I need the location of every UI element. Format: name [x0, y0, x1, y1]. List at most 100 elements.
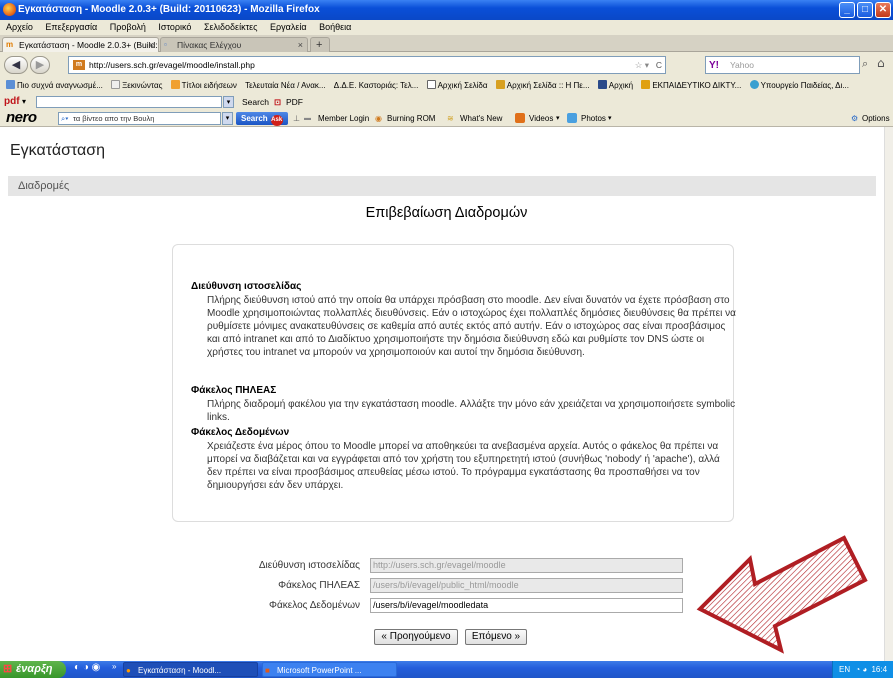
- bookmark-item[interactable]: Τίτλοι ειδήσεων: [170, 80, 237, 90]
- maximize-button[interactable]: □: [857, 2, 873, 18]
- pdf-search-button[interactable]: Search: [242, 94, 269, 110]
- bookmark-item[interactable]: Υπουργείο Παιδείας, Δι...: [749, 80, 849, 90]
- chevron-down-icon[interactable]: ▾: [556, 110, 560, 127]
- breadcrumb: Διαδρομές: [8, 176, 876, 196]
- page-icon: [111, 80, 121, 89]
- clock[interactable]: 16:4: [871, 665, 887, 674]
- nero-search-input[interactable]: ⌕▾ τα βίντεο απο την Βουλη: [58, 112, 221, 125]
- rss-icon: [170, 80, 180, 89]
- firefox-icon: ●: [126, 666, 131, 675]
- search-icon: ⌕▾: [61, 114, 69, 123]
- chevron-icon[interactable]: »: [112, 662, 116, 671]
- tab-install[interactable]: m Εγκατάσταση - Moodle 2.0.3+ (Build: 20…: [2, 37, 159, 52]
- menu-help[interactable]: Βοήθεια: [319, 22, 351, 32]
- home-icon: [495, 80, 505, 89]
- nero-whats-new[interactable]: What's New: [460, 110, 502, 127]
- vertical-scrollbar[interactable]: [884, 127, 893, 661]
- home-icon[interactable]: ⌂: [877, 56, 885, 70]
- page-title: Επιβεβαίωση Διαδρομών: [365, 205, 528, 221]
- section-desc-url: Πλήρης διεύθυνση ιστού από την οποία θα …: [207, 295, 736, 358]
- pdf-icon: ⊡: [274, 97, 282, 107]
- close-tab-icon[interactable]: ×: [149, 38, 154, 52]
- burn-icon: ◉: [375, 114, 382, 123]
- video-icon: [515, 113, 525, 123]
- field-label: Διεύθυνση ιστοσελίδας: [258, 560, 360, 571]
- bookmark-item[interactable]: Αρχική Σελίδα: [426, 80, 488, 90]
- chevron-down-icon[interactable]: ▾: [608, 110, 612, 127]
- wwwroot-input[interactable]: http://users.sch.gr/evagel/moodle: [370, 558, 683, 573]
- new-tab-button[interactable]: +: [310, 37, 330, 52]
- menu-file[interactable]: Αρχείο: [6, 22, 33, 32]
- start-button[interactable]: ⊞ έναρξη: [0, 661, 66, 678]
- description-box: Διεύθυνση ιστοσελίδας Πλήρης διεύθυνση ι…: [172, 244, 736, 522]
- mail-icon: [426, 80, 436, 89]
- dirroot-input[interactable]: /users/b/i/evagel/public_html/moodle: [370, 578, 683, 593]
- bookmark-item[interactable]: Αρχική: [597, 80, 633, 90]
- close-window-button[interactable]: ✕: [875, 2, 891, 18]
- bookmark-item[interactable]: Πιο συχνά αναγνωσμέ...: [6, 80, 103, 90]
- menu-bar: Αρχείο Επεξεργασία Προβολή Ιστορικό Σελι…: [0, 20, 893, 35]
- language-indicator[interactable]: EN: [839, 665, 850, 674]
- nero-videos[interactable]: Videos: [529, 110, 553, 127]
- section-term-dataroot: Φάκελος Δεδομένων: [191, 427, 290, 438]
- search-box[interactable]: Y! Yahoo: [705, 56, 860, 74]
- pdf-button[interactable]: PDF: [286, 94, 303, 110]
- bookmark-item[interactable]: Δ.Δ.Ε. Καστοριάς: Τελ...: [334, 81, 419, 90]
- search-placeholder: Yahoo: [730, 60, 754, 70]
- back-button[interactable]: ◀: [4, 56, 28, 74]
- taskbar: ⊞ έναρξη ◐ ◑ ◉ » ● Εγκατάσταση - Moodl..…: [0, 661, 893, 678]
- bookmark-icon: [6, 80, 15, 89]
- options-icon: ⚙: [851, 114, 859, 123]
- bookmark-item[interactable]: Αρχική Σελίδα :: Η Πε...: [495, 80, 590, 90]
- next-button[interactable]: Επόμενο »: [465, 629, 527, 645]
- minimize-button[interactable]: _: [839, 2, 855, 18]
- nero-search-button[interactable]: Search Ask: [236, 112, 288, 126]
- close-tab-icon[interactable]: ×: [298, 38, 303, 52]
- pdf-dropdown-button[interactable]: ▾: [223, 96, 234, 108]
- nero-burning-rom[interactable]: Burning ROM: [387, 110, 435, 127]
- url-bar[interactable]: m http://users.sch.gr/evagel/moodle/inst…: [68, 56, 666, 74]
- windows-logo-icon: ⊞: [3, 663, 13, 675]
- section-term-dirroot: Φάκελος ΠΗΛΕΑΣ: [191, 385, 277, 396]
- section-desc-dataroot: Χρειάζεστε ένα μέρος όπου το Moodle μπορ…: [207, 441, 720, 491]
- search-icon[interactable]: ⌕: [862, 57, 868, 71]
- reload-icon[interactable]: C: [656, 57, 662, 73]
- red-arrow-annotation: [696, 535, 868, 654]
- menu-history[interactable]: Ιστορικό: [158, 22, 191, 32]
- star-icon[interactable]: ☆ ▾: [635, 57, 649, 73]
- dataroot-input[interactable]: /users/b/i/evagel/moodledata: [370, 598, 683, 613]
- field-label: Φάκελος ΠΗΛΕΑΣ: [278, 580, 360, 591]
- nero-toolbar: nero ⌕▾ τα βίντεο απο την Βουλη ▾ Search A…: [0, 109, 893, 127]
- nero-member-login[interactable]: Member Login: [318, 110, 369, 127]
- field-label: Φάκελος Δεδομένων: [269, 600, 360, 611]
- nero-photos[interactable]: Photos: [581, 110, 606, 127]
- bookmark-item[interactable]: Τελευταία Νέα / Ανακ...: [245, 81, 326, 90]
- nero-options[interactable]: Options: [862, 110, 890, 127]
- bookmark-item[interactable]: Ξεκινώντας: [111, 80, 162, 90]
- powerpoint-icon: ■: [265, 666, 270, 675]
- tab-control-panel[interactable]: ▫ Πίνακας Ελέγχου ×: [160, 37, 308, 52]
- tab-label: Πίνακας Ελέγχου: [177, 40, 242, 50]
- quicklaunch-icons[interactable]: ◐ ◑ ◉: [74, 662, 100, 673]
- globe-icon: [749, 80, 759, 89]
- ask-icon: Ask: [270, 115, 283, 126]
- forward-button[interactable]: ▶: [30, 56, 50, 74]
- menu-tools[interactable]: Εργαλεία: [270, 22, 307, 32]
- bookmark-item[interactable]: ΕΚΠΑΙΔΕΥΤΙΚΟ ΔΙΚΤΥ...: [641, 80, 741, 90]
- previous-button[interactable]: « Προηγούμενο: [374, 629, 458, 645]
- window-title: Εγκατάσταση - Moodle 2.0.3+ (Build: 2011…: [18, 4, 320, 15]
- menu-view[interactable]: Προβολή: [110, 22, 146, 32]
- pdf-dropdown-icon[interactable]: ▾: [22, 94, 26, 110]
- nero-dropdown-button[interactable]: ▾: [222, 112, 233, 125]
- pdf-search-input[interactable]: [36, 96, 222, 108]
- firefox-icon: [3, 3, 16, 16]
- moodle-favicon: m: [73, 60, 85, 70]
- system-tray: EN ◔ ◕ 16:4: [832, 661, 893, 678]
- menu-edit[interactable]: Επεξεργασία: [45, 22, 97, 32]
- task-powerpoint[interactable]: ■ Microsoft PowerPoint ...: [262, 662, 397, 677]
- menu-bookmarks[interactable]: Σελιδοδείκτες: [204, 22, 258, 32]
- nero-logo: nero: [6, 109, 37, 126]
- tray-icons[interactable]: ◔ ◕: [855, 665, 867, 674]
- task-firefox[interactable]: ● Εγκατάσταση - Moodl...: [123, 662, 258, 677]
- window-titlebar[interactable]: Εγκατάσταση - Moodle 2.0.3+ (Build: 2011…: [0, 0, 893, 20]
